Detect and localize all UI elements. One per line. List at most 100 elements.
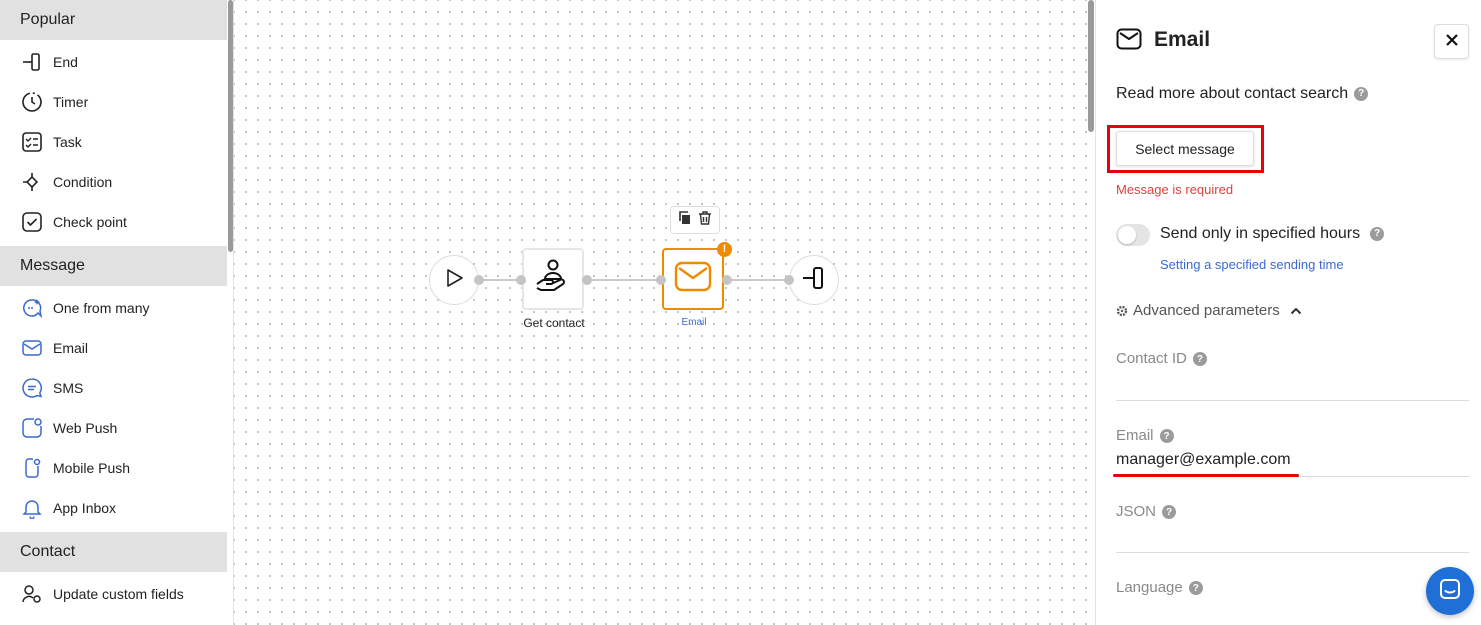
get-contact-icon (533, 257, 573, 302)
sidebar-item-mobile-push[interactable]: Mobile Push (0, 448, 227, 488)
help-icon[interactable]: ? (1162, 505, 1177, 520)
sidebar-item-web-push[interactable]: Web Push (0, 408, 227, 448)
task-icon (20, 130, 44, 154)
send-hours-link[interactable]: Setting a specified sending time (1160, 257, 1344, 272)
sidebar-item-app-inbox[interactable]: App Inbox (0, 488, 227, 528)
sidebar-item-label: One from many (53, 300, 150, 316)
close-icon (1445, 33, 1458, 51)
read-more-label: Read more about contact search (1116, 85, 1349, 102)
advanced-parameters-toggle[interactable]: Advanced parameters (1116, 302, 1302, 319)
help-icon[interactable]: ? (1192, 352, 1207, 367)
select-message-button[interactable]: Select message (1116, 131, 1254, 166)
check-point-icon (20, 210, 44, 234)
node-settings-panel: Email Read more about contact search? Se… (1095, 0, 1481, 625)
contact-id-label-text: Contact ID (1116, 350, 1187, 367)
toggle-knob (1118, 226, 1136, 244)
sidebar-item-task[interactable]: Task (0, 122, 227, 162)
sidebar-item-one-from-many[interactable]: One from many (0, 288, 227, 328)
canvas-scrollbar[interactable] (1088, 0, 1094, 132)
sidebar-item-timer[interactable]: Timer (0, 82, 227, 122)
sidebar-item-sms[interactable]: SMS (0, 368, 227, 408)
sidebar-item-label: SMS (53, 380, 84, 396)
flow-edge (727, 279, 789, 281)
delete-icon[interactable] (697, 210, 713, 231)
email-field[interactable]: manager@example.com (1116, 451, 1291, 469)
flow-node-get-contact[interactable] (522, 248, 584, 310)
sidebar-item-label: App Inbox (53, 500, 117, 516)
read-more-text[interactable]: Read more about contact search? (1116, 85, 1369, 103)
condition-icon (20, 170, 44, 194)
email-icon (673, 259, 713, 300)
json-field[interactable] (1116, 552, 1469, 553)
flow-node-end[interactable] (789, 255, 839, 305)
flow-port[interactable] (474, 275, 484, 285)
node-toolbar (670, 206, 720, 234)
json-label-text: JSON (1116, 503, 1157, 520)
update-custom-fields-icon (20, 582, 44, 606)
email-icon (1116, 28, 1142, 55)
sidebar-item-label: Condition (53, 174, 113, 190)
help-icon[interactable]: ? (1370, 226, 1385, 241)
language-label: Language? (1116, 579, 1203, 596)
language-label-text: Language (1116, 579, 1183, 596)
error-message: Message is required (1116, 182, 1234, 197)
flow-edge (479, 279, 521, 281)
node-palette-sidebar: Popular End Timer Task Condition Check p… (0, 0, 234, 625)
app-inbox-icon (20, 496, 44, 520)
mobile-push-icon (20, 456, 44, 480)
flow-canvas[interactable] (234, 0, 1094, 625)
send-hours-label-text: Send only in specified hours (1160, 225, 1361, 242)
help-icon[interactable]: ? (1159, 429, 1174, 444)
warning-badge: ! (717, 242, 732, 257)
highlight-underline (1113, 474, 1299, 477)
section-header-popular: Popular (0, 0, 227, 40)
sidebar-item-end[interactable]: End (0, 42, 227, 82)
contact-id-field[interactable] (1116, 400, 1469, 401)
section-header-message: Message (0, 246, 227, 286)
sidebar-item-check-point[interactable]: Check point (0, 202, 227, 242)
help-icon[interactable]: ? (1188, 581, 1203, 596)
timer-icon (20, 90, 44, 114)
close-button[interactable] (1434, 24, 1469, 59)
flow-port[interactable] (722, 275, 732, 285)
sidebar-item-email[interactable]: Email (0, 328, 227, 368)
flow-node-label: Get contact (523, 316, 585, 330)
flow-port[interactable] (582, 275, 592, 285)
email-label-text: Email (1116, 427, 1154, 444)
copy-icon[interactable] (677, 210, 693, 231)
sidebar-item-condition[interactable]: Condition (0, 162, 227, 202)
send-hours-label: Send only in specified hours? (1160, 225, 1385, 243)
sidebar-scrollbar[interactable] (228, 0, 233, 252)
section-header-contact: Contact (0, 532, 227, 572)
sidebar-item-label: End (53, 54, 78, 70)
sidebar-item-update-custom-fields[interactable]: Update custom fields (0, 574, 227, 614)
flow-port[interactable] (516, 275, 526, 285)
chat-icon (1438, 577, 1462, 606)
chat-support-button[interactable] (1426, 567, 1474, 615)
email-icon (20, 336, 44, 360)
sidebar-item-label: Check point (53, 214, 127, 230)
flow-port[interactable] (784, 275, 794, 285)
send-hours-toggle[interactable] (1116, 224, 1150, 246)
start-play-icon (443, 267, 465, 294)
contact-id-label: Contact ID? (1116, 350, 1207, 367)
chevron-up-icon (1290, 307, 1302, 315)
one-from-many-icon (20, 296, 44, 320)
sms-icon (20, 376, 44, 400)
sidebar-item-label: Email (53, 340, 89, 356)
end-icon (20, 50, 44, 74)
flow-port[interactable] (656, 275, 666, 285)
flow-node-start[interactable] (429, 255, 479, 305)
help-icon[interactable]: ? (1354, 86, 1369, 101)
sidebar-item-label: Update custom fields (53, 586, 184, 602)
sidebar-item-label: Task (53, 134, 82, 150)
advanced-parameters-label: Advanced parameters (1133, 302, 1280, 319)
flow-edge (587, 279, 661, 281)
gear-icon (1116, 305, 1128, 317)
end-icon (801, 265, 827, 296)
sidebar-item-label: Mobile Push (53, 460, 131, 476)
panel-title: Email (1154, 28, 1211, 51)
flow-node-email[interactable] (662, 248, 724, 310)
json-label: JSON? (1116, 503, 1177, 520)
flow-node-label: Email (681, 317, 707, 328)
